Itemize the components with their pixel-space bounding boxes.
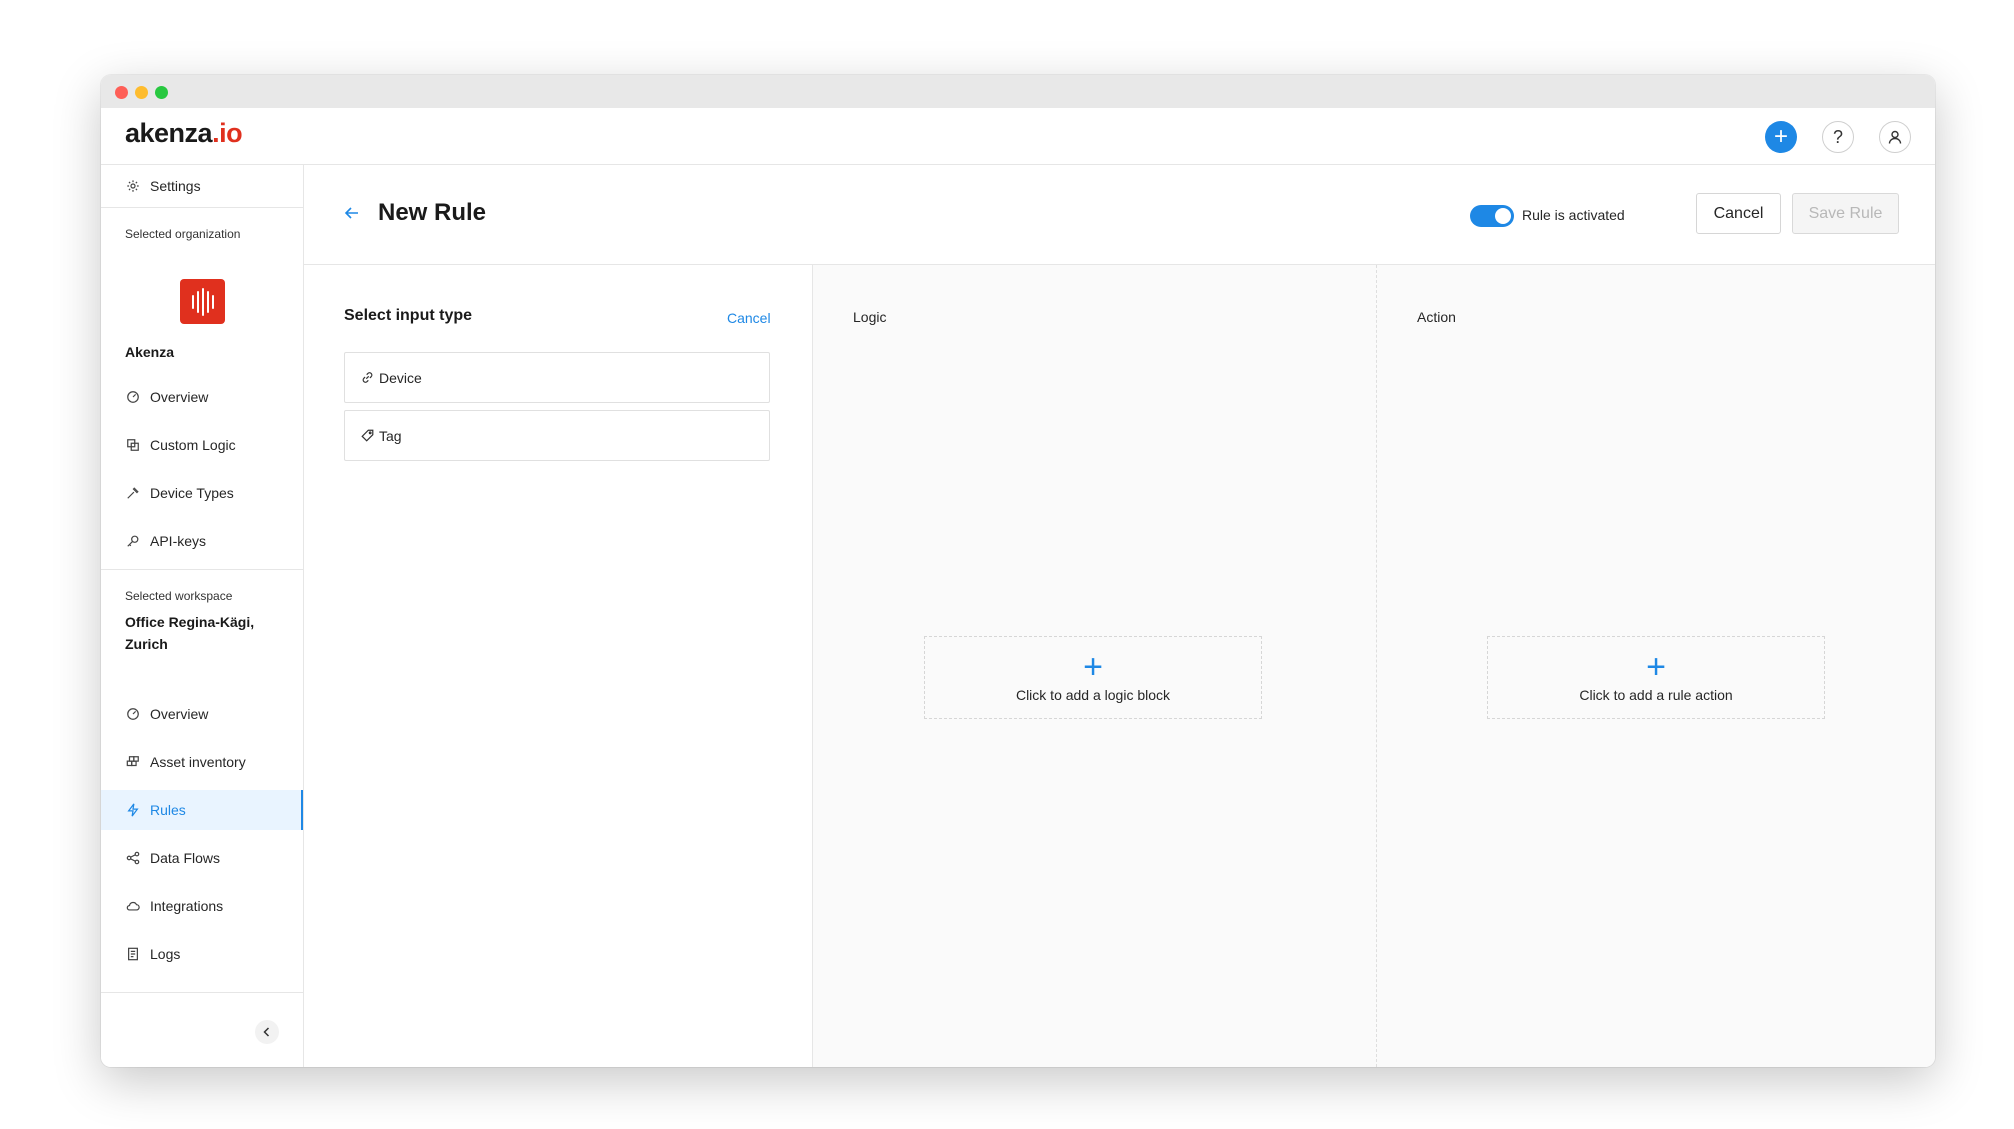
akenza-logo[interactable]: akenza.io (125, 118, 243, 149)
plus-icon: + (1083, 647, 1103, 686)
plus-icon[interactable]: + (1765, 121, 1797, 153)
arrow-left-icon[interactable] (342, 203, 362, 223)
cubes-icon (125, 754, 141, 770)
add-logic-text: Click to add a logic block (1015, 686, 1171, 703)
cloud-icon (125, 898, 141, 914)
sidebar-item-api-keys[interactable]: API-keys (101, 521, 303, 561)
sidebar-item-workspace-overview[interactable]: Overview (101, 694, 303, 734)
sidebar-divider (101, 992, 303, 993)
workspace-name: Office Regina-Kägi, Zurich (125, 614, 255, 652)
sidebar-item-label: Integrations (150, 898, 224, 914)
plus-glyph: + (1773, 123, 1788, 150)
sidebar-item-label: Settings (150, 178, 201, 194)
action-label: Action (1417, 309, 1456, 325)
page-header: New Rule Rule is activated Cancel Save R… (304, 165, 1935, 265)
chevron-left-icon (263, 1027, 270, 1037)
sidebar-item-device-types[interactable]: Device Types (101, 473, 303, 513)
sidebar-item-label: Custom Logic (150, 437, 236, 453)
log-icon (125, 946, 141, 962)
org-name: Akenza (125, 344, 175, 360)
tag-icon (361, 429, 375, 443)
logic-label: Logic (853, 309, 887, 325)
add-logic-block-button[interactable]: + Click to add a logic block (924, 636, 1262, 719)
toggle-knob (1495, 208, 1511, 224)
rule-activated-toggle[interactable] (1470, 205, 1514, 227)
sidebar-item-org-overview[interactable]: Overview (101, 377, 303, 417)
maximize-window-button[interactable] (155, 86, 168, 99)
org-logo (180, 279, 225, 324)
sidebar-item-custom-logic[interactable]: Custom Logic (101, 425, 303, 465)
help-icon[interactable]: ? (1822, 121, 1854, 153)
window-titlebar (101, 75, 1935, 108)
sidebar: Settings Selected organization Akenza Ov… (101, 165, 304, 1067)
link-icon (361, 371, 375, 385)
app-window: akenza.io + ? Settings Selected organiza… (101, 75, 1935, 1067)
user-icon[interactable] (1879, 121, 1911, 153)
logo-main-text: akenza (125, 118, 213, 148)
org-caption: Selected organization (125, 227, 241, 241)
input-cancel-link[interactable]: Cancel (727, 310, 771, 326)
logic-panel: Logic + Click to add a logic block (813, 265, 1377, 1067)
collapse-sidebar-button[interactable] (255, 1020, 279, 1044)
input-option-device[interactable]: Device (344, 352, 770, 403)
option-label: Device (379, 369, 422, 386)
sidebar-item-data-flows[interactable]: Data Flows (101, 838, 303, 878)
sidebar-item-settings[interactable]: Settings (101, 166, 303, 206)
toggle-label: Rule is activated (1522, 207, 1625, 223)
sidebar-item-rules[interactable]: Rules (101, 790, 303, 830)
input-option-tag[interactable]: Tag (344, 410, 770, 461)
sidebar-item-label: Data Flows (150, 850, 221, 866)
close-window-button[interactable] (115, 86, 128, 99)
sidebar-item-label: API-keys (150, 533, 207, 549)
plus-icon: + (1646, 647, 1666, 686)
sidebar-divider (101, 207, 303, 208)
page-title: New Rule (378, 199, 487, 226)
logo-suffix-text: .io (212, 118, 243, 148)
gear-icon (125, 178, 141, 194)
sidebar-item-label: Device Types (150, 485, 234, 501)
action-panel: Action + Click to add a rule action (1377, 265, 1935, 1067)
add-action-text: Click to add a rule action (1579, 686, 1733, 703)
share-icon (125, 850, 141, 866)
save-rule-button[interactable]: Save Rule (1792, 193, 1899, 234)
input-panel-title: Select input type (344, 307, 473, 324)
sidebar-item-label: Overview (150, 706, 209, 722)
key-icon (125, 533, 141, 549)
sidebar-item-label: Rules (150, 802, 186, 818)
top-bar: akenza.io + ? (101, 108, 1935, 165)
workspace-caption: Selected workspace (125, 589, 233, 603)
sidebar-divider (101, 569, 303, 570)
option-label: Tag (379, 427, 402, 444)
minimize-window-button[interactable] (135, 86, 148, 99)
help-glyph: ? (1832, 126, 1843, 147)
add-rule-action-button[interactable]: + Click to add a rule action (1487, 636, 1825, 719)
cancel-button[interactable]: Cancel (1696, 193, 1781, 234)
dashboard-icon (125, 706, 141, 722)
dashboard-icon (125, 389, 141, 405)
bolt-icon (125, 802, 141, 818)
sidebar-item-label: Logs (150, 946, 181, 962)
sidebar-item-label: Asset inventory (150, 754, 246, 770)
sidebar-item-integrations[interactable]: Integrations (101, 886, 303, 926)
hammer-icon (125, 485, 141, 501)
copy-icon (125, 437, 141, 453)
input-type-panel: Select input type Cancel Device Tag (304, 265, 813, 1067)
sidebar-item-logs[interactable]: Logs (101, 934, 303, 974)
sidebar-item-label: Overview (150, 389, 209, 405)
sidebar-item-asset-inventory[interactable]: Asset inventory (101, 742, 303, 782)
